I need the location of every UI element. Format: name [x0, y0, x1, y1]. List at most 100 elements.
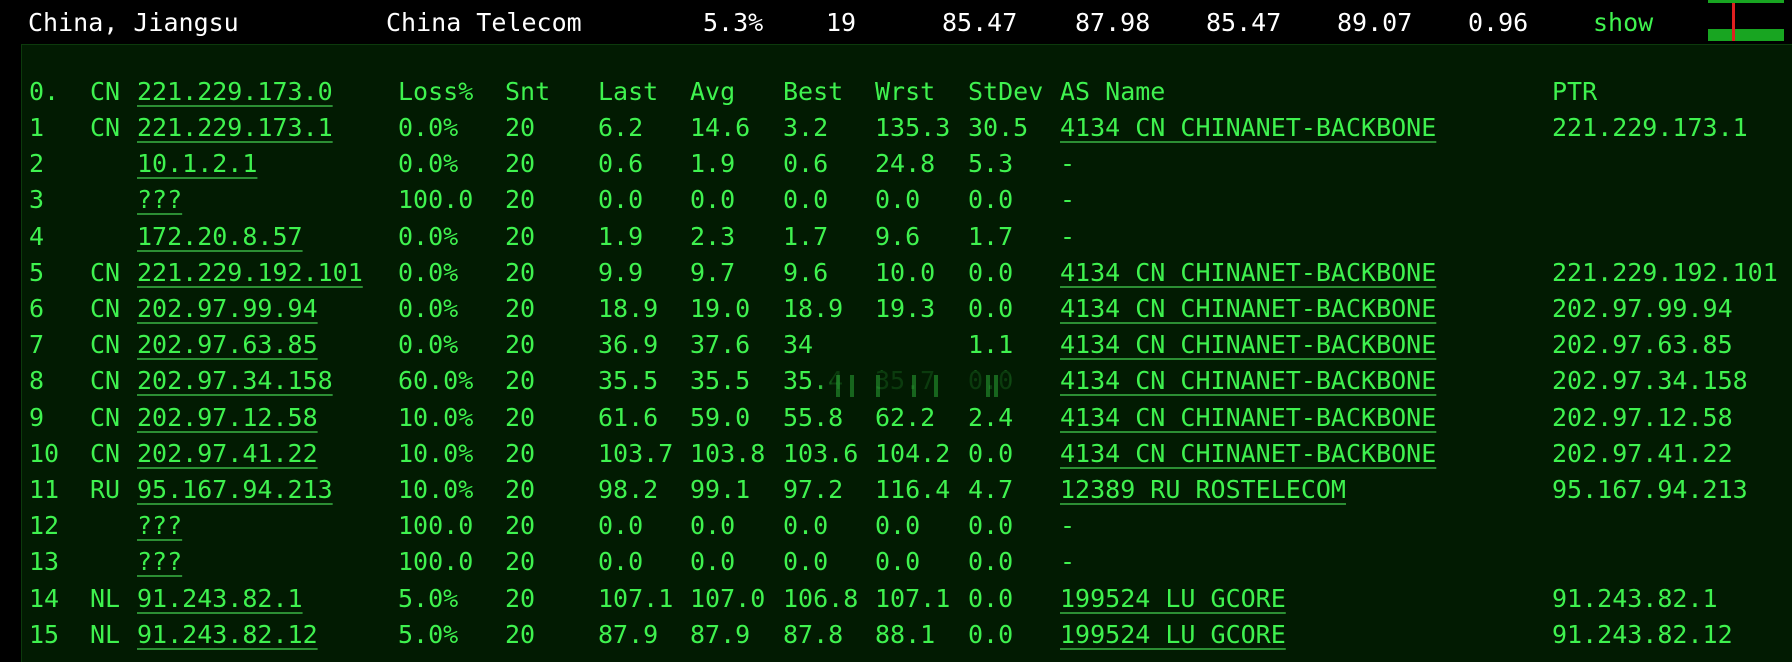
best-value: 3.2 — [783, 113, 829, 142]
header-hop: 0. — [29, 77, 60, 106]
loss-value: 60.0% — [398, 366, 474, 396]
loss-value: 0.0% — [398, 221, 459, 251]
table-row: 10 CN 202.97.41.22 10.0% 20 103.7 103.8 103.6 10… — [22, 437, 1792, 471]
summary-row: China, Jiangsu China Telecom 5.3% 19 85.… — [0, 0, 1792, 44]
hop-number: 6 — [29, 294, 45, 323]
worst-value: 62.2 — [875, 402, 936, 432]
hop-host-link[interactable]: 221.229.192.101 — [137, 256, 363, 290]
loss-value: 0.0% — [398, 294, 459, 323]
hop-host-link[interactable]: 95.167.94.213 — [137, 473, 333, 507]
as-name-link[interactable]: 12389 RU ROSTELECOM — [1060, 473, 1346, 507]
as-name-link[interactable]: 4134 CN CHINANET-BACKBONE — [1060, 256, 1436, 290]
best-value: 0.6 — [783, 149, 829, 179]
avg-value: 1.9 — [690, 149, 736, 179]
stdev-value: 0.0 — [968, 366, 1014, 396]
header-host-link[interactable]: 221.229.173.0 — [137, 75, 333, 109]
as-name-link[interactable]: 199524 LU GCORE — [1060, 582, 1286, 616]
sent-value: 20 — [505, 221, 536, 251]
last-value: 0.0 — [598, 511, 644, 541]
loss-value: 5.0% — [398, 619, 459, 649]
hop-number: 2 — [29, 149, 45, 179]
country-code: CN — [90, 113, 121, 142]
worst-value: 116.4 — [875, 475, 951, 504]
as-name-link[interactable]: 199524 LU GCORE — [1060, 618, 1286, 652]
worst-value: 9.6 — [875, 221, 921, 251]
hop-host-link[interactable]: 202.97.12.58 — [137, 401, 318, 435]
best-value: 0.0 — [783, 185, 829, 215]
worst-value: 107.1 — [875, 583, 951, 613]
loss-value: 5.0% — [398, 583, 459, 613]
stdev-value: 2.4 — [968, 402, 1014, 432]
summary-loss: 5.3% — [703, 8, 764, 37]
best-value: 103.6 — [783, 438, 859, 468]
table-row: 15 NL 91.243.82.12 5.0% 20 87.9 87.9 87.8 88.1 0.… — [22, 618, 1792, 652]
hop-host-link[interactable]: 172.20.8.57 — [137, 220, 303, 254]
ptr-value: 202.97.34.158 — [1552, 366, 1748, 396]
hop-number: 12 — [29, 511, 60, 541]
loss-value: 10.0% — [398, 402, 474, 432]
loss-value: 10.0% — [398, 475, 474, 504]
hop-number: 8 — [29, 366, 45, 396]
hop-host-link[interactable]: ??? — [137, 509, 182, 543]
hop-number: 1 — [29, 113, 45, 142]
worst-value: 88.1 — [875, 619, 936, 649]
as-name: - — [1060, 511, 1076, 541]
as-name: - — [1060, 149, 1076, 179]
country-code: CN — [90, 330, 121, 360]
stdev-value: 0.0 — [968, 511, 1014, 541]
hop-number: 14 — [29, 583, 60, 613]
loss-value: 0.0% — [398, 149, 459, 179]
hop-host-link[interactable]: 10.1.2.1 — [137, 147, 257, 181]
best-value: 18.9 — [783, 294, 844, 323]
as-name-link[interactable]: 4134 CN CHINANET-BACKBONE — [1060, 364, 1436, 398]
sparkline-base-bar — [1708, 29, 1784, 41]
loss-value: 0.0% — [398, 330, 459, 360]
header-best: Best — [783, 77, 844, 106]
hop-number: 4 — [29, 221, 45, 251]
best-value: 1.7 — [783, 221, 829, 251]
as-name-link[interactable]: 4134 CN CHINANET-BACKBONE — [1060, 437, 1436, 471]
header-last: Last — [598, 77, 659, 106]
hop-host-link[interactable]: 91.243.82.1 — [137, 582, 303, 616]
stdev-value: 0.0 — [968, 185, 1014, 215]
hop-host-link[interactable]: 91.243.82.12 — [137, 618, 318, 652]
table-row: 14 NL 91.243.82.1 5.0% 20 107.1 107.0 106.8 107.… — [22, 582, 1792, 616]
as-name-link[interactable]: 4134 CN CHINANET-BACKBONE — [1060, 292, 1436, 326]
last-value: 9.9 — [598, 257, 644, 287]
loss-value: 0.0% — [398, 113, 459, 142]
as-name: - — [1060, 185, 1076, 215]
worst-value: 0.0 — [875, 547, 921, 577]
avg-value: 35.5 — [690, 366, 751, 396]
hop-number: 3 — [29, 185, 45, 215]
worst-value: 35.7 — [875, 366, 936, 396]
hop-host-link[interactable]: 221.229.173.1 — [137, 111, 333, 145]
hop-host-link[interactable]: 202.97.63.85 — [137, 328, 318, 362]
sparkline-marker — [1732, 3, 1735, 41]
sent-value: 20 — [505, 438, 536, 468]
sent-value: 20 — [505, 330, 536, 360]
as-name-link[interactable]: 4134 CN CHINANET-BACKBONE — [1060, 111, 1436, 145]
stdev-value: 1.1 — [968, 330, 1014, 360]
best-value: 34 — [783, 330, 814, 360]
avg-value: 87.9 — [690, 619, 751, 649]
summary-worst: 89.07 — [1337, 8, 1413, 37]
mtr-report-panel: 0. CN 221.229.173.0 Loss% Snt Last Avg B… — [21, 44, 1792, 662]
hop-host-link[interactable]: ??? — [137, 183, 182, 217]
table-row: 8 CN 202.97.34.158 60.0% 20 35.5 35.5 35.4 35.7 0… — [22, 364, 1792, 398]
table-row: 12??? 100.0 20 0.0 0.0 0.0 0.0 0.0 - — [22, 509, 1792, 543]
table-row: 2 10.1.2.1 0.0% 20 0.6 1.9 0.6 24.8 5.3 - — [22, 147, 1792, 181]
hop-host-link[interactable]: 202.97.99.94 — [137, 292, 318, 326]
avg-value: 59.0 — [690, 402, 751, 432]
hop-host-link[interactable]: ??? — [137, 545, 182, 579]
sent-value: 20 — [505, 185, 536, 215]
hop-host-link[interactable]: 202.97.34.158 — [137, 364, 333, 398]
worst-value: 135.3 — [875, 113, 951, 142]
hop-host-link[interactable]: 202.97.41.22 — [137, 437, 318, 471]
stdev-value: 30.5 — [968, 113, 1029, 142]
header-snt: Snt — [505, 77, 551, 106]
best-value: 55.8 — [783, 402, 844, 432]
show-link[interactable]: show — [1593, 8, 1653, 38]
avg-value: 2.3 — [690, 221, 736, 251]
as-name-link[interactable]: 4134 CN CHINANET-BACKBONE — [1060, 328, 1436, 362]
as-name-link[interactable]: 4134 CN CHINANET-BACKBONE — [1060, 401, 1436, 435]
